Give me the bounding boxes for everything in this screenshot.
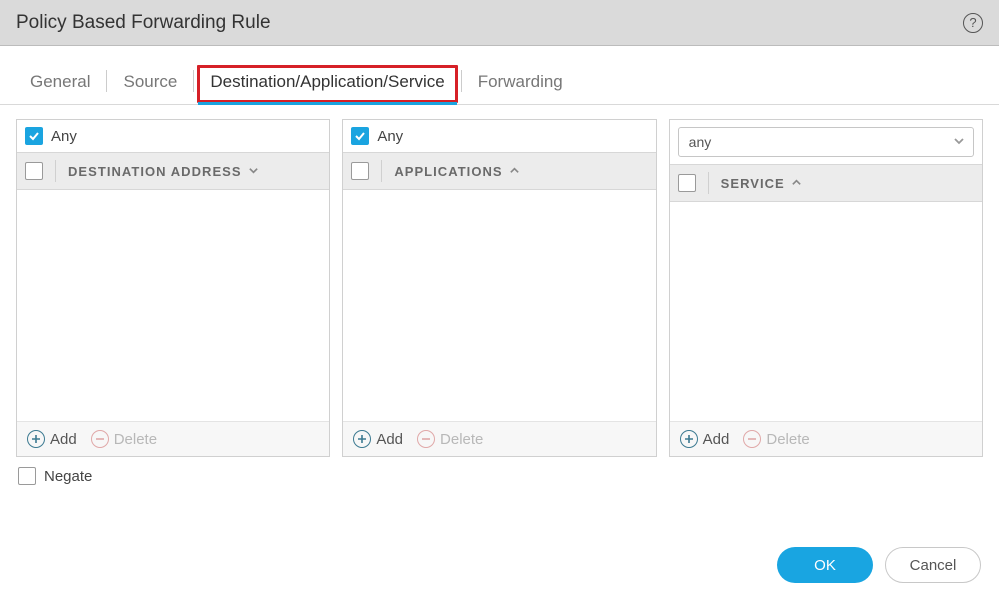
chevron-down-icon — [953, 134, 965, 150]
tab-content: Any Destination Address — [0, 105, 999, 495]
chevron-up-icon — [509, 164, 520, 179]
add-button-applications[interactable]: Add — [353, 430, 403, 448]
tab-destination-application-service[interactable]: Destination/Application/Service — [196, 64, 458, 104]
plus-icon — [27, 430, 45, 448]
panel-footer-service: Add Delete — [670, 421, 982, 456]
select-all-checkbox-service[interactable] — [678, 174, 696, 192]
any-label: Any — [377, 128, 403, 145]
delete-label: Delete — [114, 431, 157, 448]
column-title-applications[interactable]: Applications — [394, 164, 519, 179]
dialog-footer: OK Cancel — [777, 547, 981, 583]
ok-button[interactable]: OK — [777, 547, 873, 583]
panel-footer-destination: Add Delete — [17, 421, 329, 456]
add-label: Add — [50, 431, 77, 448]
delete-button-applications[interactable]: Delete — [417, 430, 483, 448]
select-all-checkbox-destination[interactable] — [25, 162, 43, 180]
panel-footer-applications: Add Delete — [343, 421, 655, 456]
panel-destination-address: Any Destination Address — [16, 119, 330, 457]
delete-label: Delete — [766, 431, 809, 448]
select-all-checkbox-applications[interactable] — [351, 162, 369, 180]
any-checkbox-applications[interactable] — [351, 127, 369, 145]
negate-row: Negate — [16, 457, 983, 495]
column-title-text: Applications — [394, 164, 502, 179]
service-select[interactable]: any — [678, 127, 974, 157]
panel-service-top: any — [670, 120, 982, 164]
negate-checkbox[interactable] — [18, 467, 36, 485]
panel-destination-top: Any — [17, 120, 329, 152]
negate-label: Negate — [44, 468, 92, 485]
plus-icon — [680, 430, 698, 448]
header-separator — [55, 160, 56, 182]
add-label: Add — [376, 431, 403, 448]
cancel-button[interactable]: Cancel — [885, 547, 981, 583]
header-separator — [708, 172, 709, 194]
panel-applications: Any Applications — [342, 119, 656, 457]
service-select-value: any — [689, 134, 712, 150]
tab-general[interactable]: General — [16, 64, 104, 104]
panel-body-destination — [17, 190, 329, 421]
column-header-applications: Applications — [343, 152, 655, 190]
tab-separator — [106, 70, 107, 92]
columns: Any Destination Address — [16, 119, 983, 457]
delete-label: Delete — [440, 431, 483, 448]
chevron-up-icon — [791, 176, 802, 191]
column-header-destination: Destination Address — [17, 152, 329, 190]
column-title-text: Destination Address — [68, 164, 242, 179]
panel-body-service — [670, 202, 982, 421]
column-title-service[interactable]: Service — [721, 176, 802, 191]
chevron-down-icon — [248, 164, 259, 179]
column-title-text: Service — [721, 176, 785, 191]
add-button-destination[interactable]: Add — [27, 430, 77, 448]
panel-applications-top: Any — [343, 120, 655, 152]
minus-icon — [91, 430, 109, 448]
any-checkbox-destination[interactable] — [25, 127, 43, 145]
delete-button-destination[interactable]: Delete — [91, 430, 157, 448]
tab-forwarding[interactable]: Forwarding — [464, 64, 577, 104]
add-button-service[interactable]: Add — [680, 430, 730, 448]
tab-bar: General Source Destination/Application/S… — [0, 46, 999, 105]
dialog-header: Policy Based Forwarding Rule ? — [0, 0, 999, 46]
tab-separator — [461, 70, 462, 92]
tab-source[interactable]: Source — [109, 64, 191, 104]
any-label: Any — [51, 128, 77, 145]
tab-separator — [193, 70, 194, 92]
panel-service: any Service — [669, 119, 983, 457]
column-header-service: Service — [670, 164, 982, 202]
plus-icon — [353, 430, 371, 448]
help-icon[interactable]: ? — [963, 13, 983, 33]
minus-icon — [417, 430, 435, 448]
add-label: Add — [703, 431, 730, 448]
panel-body-applications — [343, 190, 655, 421]
dialog-title: Policy Based Forwarding Rule — [16, 12, 271, 34]
column-title-destination[interactable]: Destination Address — [68, 164, 259, 179]
minus-icon — [743, 430, 761, 448]
header-separator — [381, 160, 382, 182]
delete-button-service[interactable]: Delete — [743, 430, 809, 448]
